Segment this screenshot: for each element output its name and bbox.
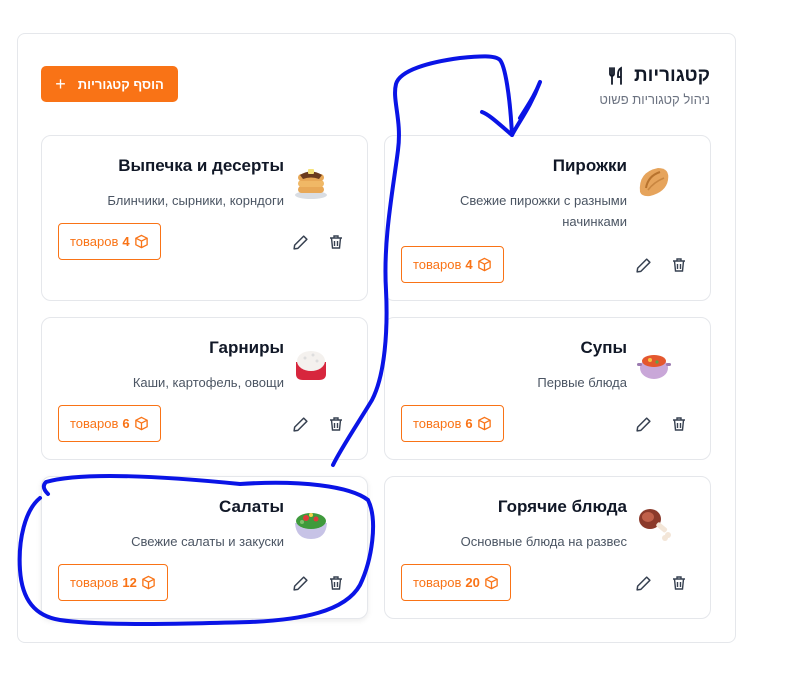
category-title: Гарниры (209, 338, 284, 357)
category-title: Салаты (218, 497, 284, 516)
salad-bowl-icon (295, 513, 327, 539)
delete-button[interactable] (669, 414, 689, 434)
rice-bowl-icon (296, 351, 326, 380)
category-card: Салаты Свежие салаты и закуски товаров 1… (41, 476, 368, 619)
box-icon (134, 234, 148, 249)
meat-on-bone-icon (639, 509, 671, 541)
trash-icon (330, 235, 342, 249)
page-title-text: קטגוריות (634, 65, 710, 86)
count-prefix: товаров (70, 234, 119, 249)
trash-icon (330, 417, 342, 431)
box-icon (477, 416, 491, 431)
edit-button[interactable] (633, 255, 653, 275)
product-count-button[interactable]: товаров 6 (401, 405, 504, 442)
category-title: Горячие блюда (497, 497, 627, 516)
count-prefix: товаров (70, 416, 119, 431)
product-count-button[interactable]: товаров 4 (58, 223, 161, 260)
count-value: 4 (465, 257, 473, 272)
category-card: Пирожки Свежие пирожки с разными начинка… (384, 135, 711, 301)
count-prefix: товаров (413, 257, 462, 272)
box-icon (477, 257, 491, 272)
box-icon (134, 416, 148, 431)
delete-button[interactable] (326, 573, 346, 593)
category-card: Гарниры Каши, картофель, овощи товаров 6 (41, 317, 368, 460)
pencil-icon (635, 416, 651, 432)
trash-icon (673, 576, 685, 590)
category-title: Супы (580, 338, 627, 357)
category-description: Свежие салаты и закуски (131, 534, 284, 549)
category-description: Основные блюда на развес (460, 534, 627, 549)
category-card: Выпечка и десерты Блинчики, сырники, кор… (41, 135, 368, 301)
add-category-button[interactable]: הוסף קטגוריות + (41, 66, 178, 102)
product-count-button[interactable]: товаров 12 (58, 564, 168, 601)
count-prefix: товаров (413, 416, 462, 431)
edit-button[interactable] (290, 232, 310, 252)
box-icon (142, 575, 155, 590)
category-description: Свежие пирожки с разными начинками (459, 193, 627, 229)
product-count-button[interactable]: товаров 6 (58, 405, 161, 442)
category-title: Выпечка и десерты (118, 156, 284, 175)
pencil-icon (635, 575, 651, 591)
delete-button[interactable] (669, 573, 689, 593)
category-description: Первые блюда (537, 375, 627, 390)
category-card: Горячие блюда Основные блюда на развес т… (384, 476, 711, 619)
count-value: 6 (465, 416, 473, 431)
soup-pot-icon (637, 355, 671, 379)
product-count-button[interactable]: товаров 20 (401, 564, 511, 601)
trash-icon (673, 258, 685, 272)
utensils-icon (609, 66, 622, 85)
count-prefix: товаров (70, 575, 119, 590)
plus-icon: + (55, 74, 66, 94)
delete-button[interactable] (669, 255, 689, 275)
box-icon (485, 575, 498, 590)
category-description: Блинчики, сырники, корндоги (107, 193, 284, 208)
edit-button[interactable] (633, 573, 653, 593)
count-prefix: товаров (413, 575, 462, 590)
delete-button[interactable] (326, 232, 346, 252)
trash-icon (673, 417, 685, 431)
add-category-label: הוסף קטגוריות (77, 76, 164, 92)
pancakes-icon (295, 169, 327, 199)
count-value: 20 (465, 575, 480, 590)
count-value: 4 (122, 234, 130, 249)
count-value: 6 (122, 416, 130, 431)
pencil-icon (292, 575, 308, 591)
category-title: Пирожки (552, 156, 627, 175)
category-description: Каши, картофель, овощи (132, 375, 284, 390)
edit-button[interactable] (633, 414, 653, 434)
pencil-icon (292, 234, 308, 250)
delete-button[interactable] (326, 414, 346, 434)
category-card: Супы Первые блюда товаров 6 (384, 317, 711, 460)
pencil-icon (635, 257, 651, 273)
pencil-icon (292, 416, 308, 432)
count-value: 12 (122, 575, 137, 590)
trash-icon (330, 576, 342, 590)
page-title: קטגוריות (606, 65, 710, 87)
product-count-button[interactable]: товаров 4 (401, 246, 504, 283)
edit-button[interactable] (290, 414, 310, 434)
page-subtitle: ניהול קטגוריות פשוט (599, 92, 710, 107)
edit-button[interactable] (290, 573, 310, 593)
pirozhok-icon (639, 168, 669, 197)
